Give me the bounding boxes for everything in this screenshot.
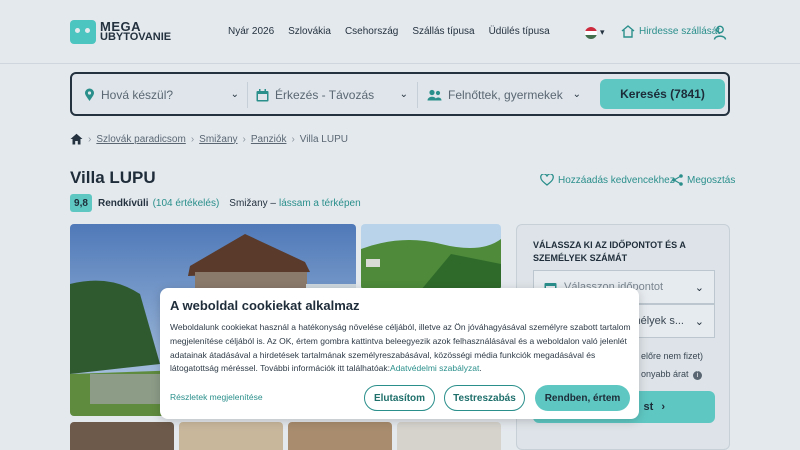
share-button[interactable]: Megosztás [672, 174, 735, 186]
nav-item-summer[interactable]: Nyár 2026 [228, 26, 274, 37]
site-logo[interactable]: MEGA UBYTOVANIE [70, 20, 171, 44]
chevron-down-icon: ⌄ [399, 89, 408, 100]
heart-icon [540, 174, 554, 186]
site-header: MEGA UBYTOVANIE Nyár 2026 Szlovákia Cseh… [0, 0, 800, 64]
host-link-label: Hirdesse szállását [639, 26, 721, 37]
cookie-customize-button[interactable]: Testreszabás [444, 385, 525, 411]
breadcrumb-item[interactable]: Smižany [199, 134, 237, 145]
logo-icon [70, 20, 96, 44]
chevron-down-icon: ⌄ [694, 282, 704, 294]
rating-word: Rendkívüli [98, 197, 149, 209]
booking-note-prepay: előre nem fizet) [641, 351, 704, 361]
nav-item-accommodation-type[interactable]: Szállás típusa [412, 26, 474, 37]
chevron-down-icon[interactable]: ▾ [600, 27, 605, 38]
breadcrumb-current: Villa LUPU [299, 133, 348, 145]
logo-line2: UBYTOVANIE [100, 31, 172, 43]
chevron-down-icon: ⌄ [572, 89, 581, 100]
chevron-down-icon: ⌄ [230, 89, 239, 100]
page-title: Villa LUPU [70, 168, 156, 187]
booking-note-price: onyabb árat i [641, 369, 703, 380]
house-icon [621, 25, 635, 38]
main-nav: Nyár 2026 Szlovákia Csehország Szállás t… [228, 26, 564, 37]
cookie-accept-button[interactable]: Rendben, értem [535, 385, 630, 411]
score-badge: 9,8 [70, 194, 92, 212]
host-link[interactable]: Hirdesse szállását [621, 25, 720, 38]
nav-item-czechia[interactable]: Csehország [345, 26, 398, 37]
breadcrumb-item[interactable]: Szlovák paradicsom [96, 134, 185, 145]
location-text: Smižany – [229, 197, 276, 209]
pin-icon [85, 88, 94, 101]
language-flag-icon[interactable] [585, 27, 597, 39]
share-icon [672, 174, 683, 186]
calendar-icon [256, 88, 269, 101]
destination-field[interactable]: Hová készül? ⌄ [84, 81, 239, 109]
booking-title: VÁLASSZA KI AZ IDŐPONTOT ÉS A SZEMÉLYEK … [533, 240, 686, 263]
gallery-thumbnail[interactable] [288, 422, 392, 450]
cookie-dialog: A weboldal cookiekat alkalmaz Weboldalun… [160, 288, 639, 419]
review-count-link[interactable]: (104 értékelés) [153, 198, 220, 209]
chevron-down-icon: ⌄ [694, 316, 704, 328]
cookie-details-link[interactable]: Részletek megjelenítése [170, 392, 263, 402]
dates-placeholder: Érkezés - Távozás [275, 88, 375, 102]
nav-item-holiday-type[interactable]: Üdülés típusa [489, 26, 550, 37]
people-icon [427, 89, 442, 101]
map-link[interactable]: lássam a térképen [279, 198, 361, 209]
destination-placeholder: Hová készül? [101, 88, 174, 102]
rating-row: 9,8 Rendkívüli (104 értékelés) Smižany –… [70, 194, 361, 212]
cookie-reject-button[interactable]: Elutasítom [364, 385, 435, 411]
nav-item-slovakia[interactable]: Szlovákia [288, 26, 331, 37]
search-bar: Hová készül? ⌄ Érkezés - Távozás ⌄ Felnő… [70, 72, 730, 116]
share-label: Megosztás [687, 174, 736, 186]
gallery-thumbnail[interactable] [179, 422, 283, 450]
guests-placeholder: Felnőttek, gyermekek [448, 88, 563, 102]
info-icon[interactable]: i [693, 371, 703, 380]
gallery-side-photo[interactable] [361, 224, 501, 290]
gallery-thumbnail[interactable] [70, 422, 174, 450]
guests-field[interactable]: Felnőttek, gyermekek ⌄ [427, 81, 581, 109]
chevron-right-icon: › [661, 401, 665, 413]
divider [417, 82, 418, 108]
favorite-label: Hozzáadás kedvencekhez [558, 174, 675, 186]
cookie-title: A weboldal cookiekat alkalmaz [170, 298, 360, 313]
dates-field[interactable]: Érkezés - Távozás ⌄ [256, 81, 408, 109]
gallery-thumbnail[interactable] [397, 422, 501, 450]
breadcrumb-item[interactable]: Panziók [251, 134, 287, 145]
search-button[interactable]: Keresés (7841) [600, 79, 725, 109]
breadcrumb: › Szlovák paradicsom › Smižany › Panziók… [70, 133, 348, 145]
home-icon[interactable] [70, 133, 83, 145]
cookie-text: Weboldalunk cookiekat használ a hatékony… [170, 322, 631, 374]
user-icon[interactable] [713, 25, 727, 43]
favorite-button[interactable]: Hozzáadás kedvencekhez [540, 174, 675, 186]
privacy-policy-link[interactable]: Adatvédelmi szabályzat [390, 363, 479, 373]
divider [247, 82, 248, 108]
